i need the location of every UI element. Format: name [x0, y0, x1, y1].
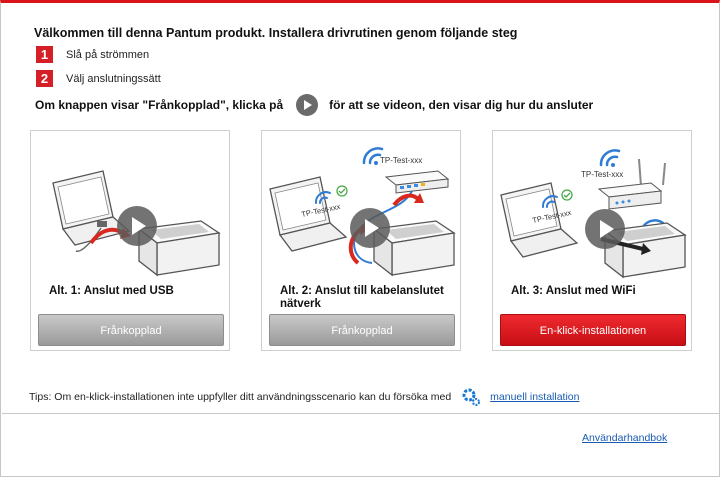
user-manual-link[interactable]: Användarhandbok [582, 432, 667, 444]
play-video-icon[interactable] [117, 206, 157, 246]
option-card-wired: TP-Test-xxx TP-Test-xxx Alt. 2: Anslut t… [261, 130, 461, 351]
welcome-heading: Välkommen till denna Pantum produkt. Ins… [34, 26, 518, 40]
gear-icon [462, 388, 481, 406]
tips-text: Tips: Om en-klick-installationen inte up… [29, 391, 452, 403]
card-title: Alt. 3: Anslut med WiFi [511, 285, 636, 297]
wired-status-button[interactable]: Frånkopplad [269, 314, 455, 346]
option-card-usb: Alt. 1: Anslut med USB Frånkopplad [30, 130, 230, 351]
card-title: Alt. 1: Anslut med USB [49, 285, 174, 297]
play-video-icon[interactable] [350, 208, 390, 248]
step-number: 2 [36, 70, 53, 87]
option-card-wifi: TP-Test-xxx TP-Test-xxx Alt. 3: Anslut m… [492, 130, 692, 351]
play-video-icon[interactable] [585, 209, 625, 249]
hint-text-after: för att se videon, den visar dig hur du … [329, 98, 594, 112]
card-title: Alt. 2: Anslut till kabelanslutet nätver… [280, 285, 444, 310]
ssid-label: TP-Test-xxx [380, 156, 422, 165]
step-1: 1 Slå på strömmen [36, 46, 149, 63]
installer-window: Välkommen till denna Pantum produkt. Ins… [0, 0, 720, 477]
step-number: 1 [36, 46, 53, 63]
tips-row: Tips: Om en-klick-installationen inte up… [29, 387, 579, 407]
play-icon [296, 94, 319, 116]
divider [2, 413, 719, 414]
usb-status-button[interactable]: Frånkopplad [38, 314, 224, 346]
video-hint: Om knappen visar "Frånkopplad", klicka p… [35, 94, 593, 116]
step-2: 2 Välj anslutningssätt [36, 70, 161, 87]
hint-text-before: Om knappen visar "Frånkopplad", klicka p… [35, 98, 284, 112]
wifi-connection-illustration: TP-Test-xxx TP-Test-xxx [500, 149, 687, 279]
ssid-label: TP-Test-xxx [581, 170, 623, 179]
step-text: Slå på strömmen [66, 48, 150, 61]
step-text: Välj anslutningssätt [66, 72, 161, 85]
one-click-install-button[interactable]: En-klick-installationen [500, 314, 686, 346]
manual-install-link[interactable]: manuell installation [490, 391, 579, 403]
wired-network-illustration: TP-Test-xxx TP-Test-xxx [269, 147, 456, 277]
